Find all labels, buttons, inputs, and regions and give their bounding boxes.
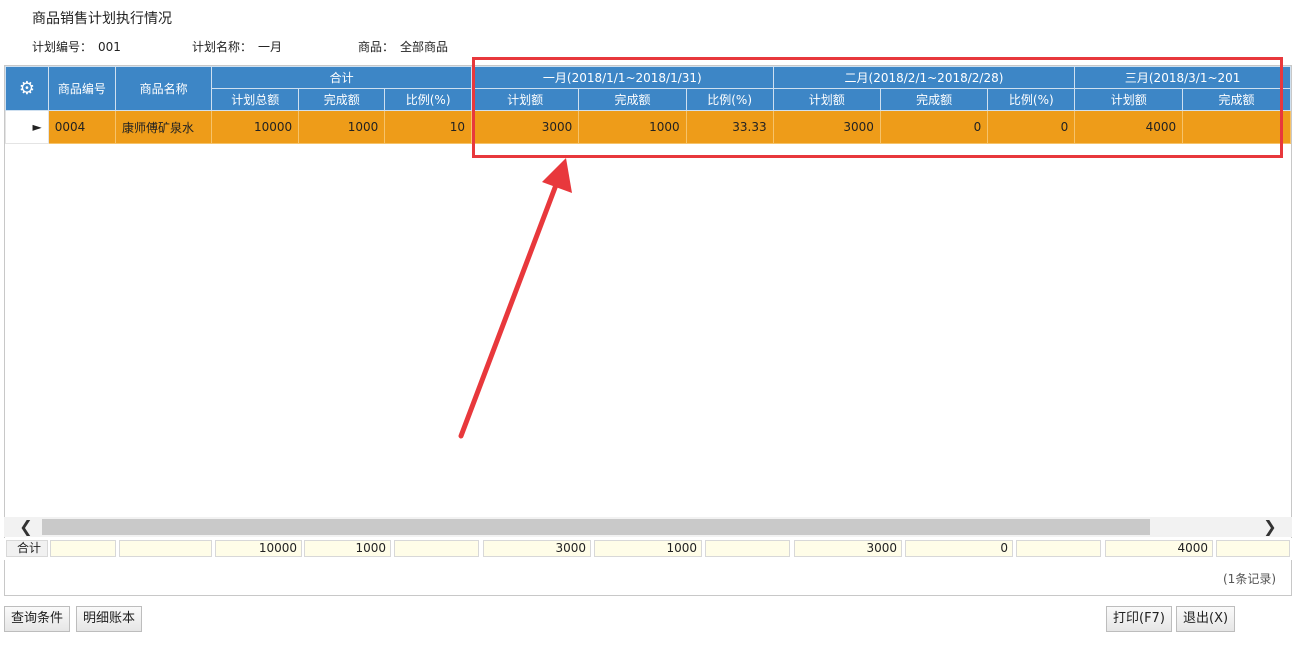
scrollbar-thumb[interactable]: [42, 519, 1150, 535]
summary-cell: [705, 540, 790, 557]
col-header[interactable]: 完成额: [578, 88, 687, 111]
plan-no-label: 计划编号：: [32, 40, 93, 54]
summary-cell: 1000: [304, 540, 391, 557]
summary-cell: [394, 540, 479, 557]
cell[interactable]: 10: [384, 110, 472, 144]
summary-cell: 10000: [215, 540, 302, 557]
plan-name: 计划名称： 一月: [192, 38, 282, 55]
cell[interactable]: 4000: [1074, 110, 1184, 144]
col-header[interactable]: 计划总额: [211, 88, 300, 111]
row-indicator-icon: ►: [5, 110, 49, 144]
cell[interactable]: 0: [879, 110, 989, 144]
goods-label: 商品：: [358, 40, 395, 54]
col-header[interactable]: 比例(%): [384, 88, 472, 111]
grid-table: ⚙ 商品编号 商品名称 合计 一月(2018/1/1~2018/1/31) 二月…: [5, 66, 1291, 144]
grid-settings-button[interactable]: ⚙: [5, 66, 49, 111]
col-header[interactable]: 比例(%): [987, 88, 1076, 111]
record-count: (1条记录): [1223, 572, 1276, 586]
cell[interactable]: 3000: [772, 110, 881, 144]
detail-ledger-button[interactable]: 明细账本: [76, 606, 143, 632]
cell[interactable]: 1000: [298, 110, 386, 144]
col-header-name[interactable]: 商品名称: [115, 66, 213, 111]
col-header[interactable]: 完成额: [298, 88, 386, 111]
plan-name-label: 计划名称：: [192, 40, 253, 54]
summary-cell: [50, 540, 116, 557]
query-conditions-button[interactable]: 查询条件: [4, 606, 71, 632]
summary-cell: 1000: [594, 540, 702, 557]
summary-row: 合计 10000 1000 3000 1000 3000 0 4000: [4, 538, 1292, 560]
plan-no: 计划编号： 001: [32, 38, 121, 55]
exit-button[interactable]: 退出(X): [1176, 606, 1236, 632]
summary-cell: [1216, 540, 1290, 557]
summary-cell: 4000: [1105, 540, 1213, 557]
cell[interactable]: 0: [987, 110, 1076, 144]
plan-name-value: 一月: [258, 40, 283, 54]
summary-cell: 3000: [483, 540, 591, 557]
cell[interactable]: [1182, 110, 1291, 144]
col-header[interactable]: 完成额: [879, 88, 989, 111]
group-header-mar: 三月(2018/3/1~201: [1074, 66, 1291, 89]
col-header[interactable]: 计划额: [470, 88, 580, 111]
print-button[interactable]: 打印(F7): [1106, 606, 1172, 632]
group-header-jan: 一月(2018/1/1~2018/1/31): [470, 66, 774, 89]
cell[interactable]: 10000: [211, 110, 300, 144]
goods: 商品： 全部商品: [358, 38, 448, 55]
col-header[interactable]: 比例(%): [685, 88, 774, 111]
summary-cell: [1016, 540, 1101, 557]
horizontal-scrollbar[interactable]: ❮ ❯: [4, 517, 1292, 537]
table-row[interactable]: ► 0004 康师傅矿泉水 10000 1000 10 3000 1000 33…: [5, 110, 1291, 144]
gear-icon: ⚙: [18, 78, 35, 99]
summary-cell: [119, 540, 212, 557]
page-title: 商品销售计划执行情况: [32, 11, 172, 27]
group-header-feb: 二月(2018/2/1~2018/2/28): [772, 66, 1076, 89]
summary-label: 合计: [6, 540, 48, 557]
cell[interactable]: 3000: [470, 110, 580, 144]
summary-cell: 3000: [794, 540, 902, 557]
summary-cell: 0: [905, 540, 1013, 557]
col-header-code[interactable]: 商品编号: [47, 66, 117, 111]
group-header-total: 合计: [211, 66, 472, 89]
col-header[interactable]: 计划额: [772, 88, 881, 111]
cell-code[interactable]: 0004: [47, 110, 117, 144]
plan-no-value: 001: [98, 40, 121, 54]
cell[interactable]: 1000: [578, 110, 687, 144]
goods-value: 全部商品: [400, 40, 449, 54]
cell[interactable]: 33.33: [685, 110, 774, 144]
cell-name[interactable]: 康师傅矿泉水: [115, 110, 213, 144]
col-header[interactable]: 计划额: [1074, 88, 1184, 111]
col-header[interactable]: 完成额: [1182, 88, 1291, 111]
chevron-left-icon[interactable]: ❮: [14, 517, 38, 537]
chevron-right-icon[interactable]: ❯: [1258, 517, 1282, 537]
